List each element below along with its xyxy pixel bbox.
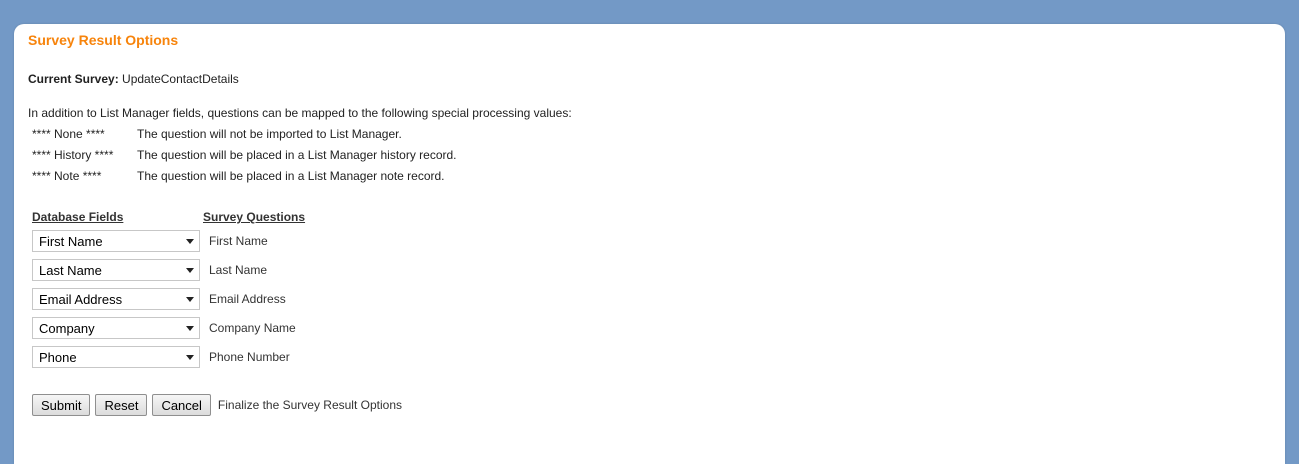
survey-question-label: Company Name — [209, 321, 296, 335]
special-value-description: The question will be placed in a List Ma… — [137, 169, 445, 183]
special-value-description: The question will be placed in a List Ma… — [137, 148, 457, 162]
mapping-row: Company Company Name — [32, 316, 296, 340]
select-value: Company — [39, 320, 95, 336]
finalize-text: Finalize the Survey Result Options — [217, 398, 402, 412]
special-value-description: The question will not be imported to Lis… — [137, 127, 402, 141]
database-fields-header: Database Fields — [32, 210, 124, 224]
chevron-down-icon — [186, 267, 194, 273]
special-value-history: **** History **** The question will be pl… — [32, 148, 457, 162]
mapping-row: Email Address Email Address — [32, 287, 286, 311]
database-field-select[interactable]: Phone — [32, 346, 200, 368]
select-value: Phone — [39, 349, 77, 365]
select-value: Email Address — [39, 291, 123, 307]
chevron-down-icon — [186, 238, 194, 244]
survey-questions-header: Survey Questions — [203, 210, 306, 224]
special-value-code: **** History **** — [32, 148, 114, 162]
intro-text: In addition to List Manager fields, ques… — [28, 106, 572, 120]
select-value: Last Name — [39, 262, 102, 278]
database-field-select[interactable]: Company — [32, 317, 200, 339]
database-field-select[interactable]: Last Name — [32, 259, 200, 281]
cancel-button[interactable]: Cancel — [152, 394, 211, 416]
special-value-note: **** Note **** The question will be place… — [32, 169, 445, 183]
reset-button[interactable]: Reset — [95, 394, 148, 416]
chevron-down-icon — [186, 325, 194, 331]
mapping-row: First Name First Name — [32, 229, 268, 253]
survey-question-label: Last Name — [209, 263, 268, 277]
chevron-down-icon — [186, 296, 194, 302]
special-value-code: **** None **** — [32, 127, 105, 141]
special-value-none: **** None **** The question will not be i… — [32, 127, 402, 141]
mapping-row: Last Name Last Name — [32, 258, 267, 282]
survey-question-label: Email Address — [209, 292, 286, 306]
survey-question-label: First Name — [209, 234, 268, 248]
database-field-select[interactable]: Email Address — [32, 288, 200, 310]
current-survey-label: Current Survey: — [28, 72, 119, 86]
select-value: First Name — [39, 233, 103, 249]
mapping-row: Phone Phone Number — [32, 345, 290, 369]
current-survey-value: UpdateContactDetails — [122, 72, 239, 86]
action-bar: Submit Reset Cancel Finalize the Survey … — [32, 394, 402, 416]
survey-question-label: Phone Number — [209, 350, 290, 364]
page-title: Survey Result Options — [28, 32, 179, 48]
database-field-select[interactable]: First Name — [32, 230, 200, 252]
special-value-code: **** Note **** — [32, 169, 102, 183]
current-survey: Current Survey: UpdateContactDetails — [28, 72, 239, 86]
chevron-down-icon — [186, 354, 194, 360]
submit-button[interactable]: Submit — [32, 394, 91, 416]
